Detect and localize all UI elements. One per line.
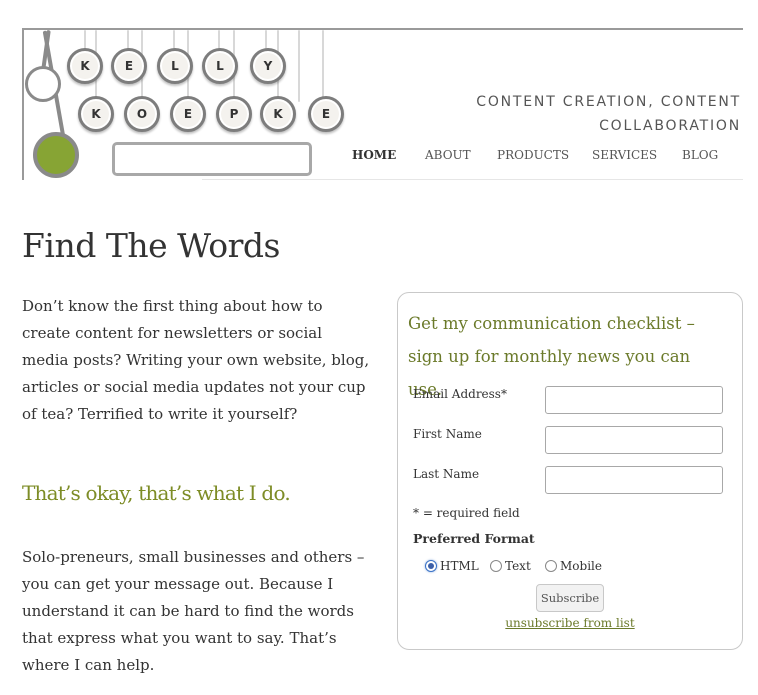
first-name-label: First Name <box>413 427 482 441</box>
body-paragraph: Solo-preneurs, small businesses and othe… <box>22 548 365 674</box>
logo-green-dot-icon <box>33 132 79 178</box>
format-option-mobile[interactable]: Mobile <box>545 559 602 573</box>
first-name-field[interactable] <box>545 426 723 454</box>
typebar-decoration <box>322 30 324 102</box>
format-option-label: Text <box>505 559 531 573</box>
logo-key: O <box>124 96 160 132</box>
logo-key: K <box>78 96 114 132</box>
required-note: * = required field <box>413 506 520 520</box>
radio-icon[interactable] <box>490 560 502 572</box>
logo-key: Y <box>250 48 286 84</box>
intro-paragraph: Don’t know the first thing about how to … <box>22 297 370 423</box>
logo-key: L <box>157 48 193 84</box>
radio-selected-icon[interactable] <box>425 560 437 572</box>
preferred-format-label: Preferred Format <box>413 531 535 546</box>
format-option-label: HTML <box>440 559 479 573</box>
logo-key: E <box>170 96 206 132</box>
page-title: Find The Words <box>22 226 280 265</box>
logo-ring-icon <box>25 66 61 102</box>
logo-key: L <box>202 48 238 84</box>
nav-blog[interactable]: BLOG <box>682 148 718 162</box>
site-header: K E L L Y K O E P K E CONTENT CREATION, … <box>22 28 743 180</box>
nav-about[interactable]: ABOUT <box>425 148 471 162</box>
logo-key: E <box>111 48 147 84</box>
nav-services[interactable]: SERVICES <box>592 148 657 162</box>
header-bottom-divider <box>202 179 743 180</box>
email-label: Email Address* <box>413 387 507 401</box>
subheading: That’s okay, that’s what I do. <box>22 481 291 505</box>
nav-products[interactable]: PRODUCTS <box>497 148 569 162</box>
header-top-border <box>22 28 743 30</box>
logo-key: E <box>308 96 344 132</box>
email-field[interactable] <box>545 386 723 414</box>
header-left-border <box>22 28 24 180</box>
unsubscribe-link[interactable]: unsubscribe from list <box>398 616 742 630</box>
format-option-text[interactable]: Text <box>490 559 531 573</box>
format-option-label: Mobile <box>560 559 602 573</box>
tagline-line-1: CONTENT CREATION, CONTENT <box>476 94 741 110</box>
logo-key: K <box>67 48 103 84</box>
subscribe-button[interactable]: Subscribe <box>536 584 604 612</box>
newsletter-signup-box: Get my communication checklist – sign up… <box>397 292 743 650</box>
last-name-field[interactable] <box>545 466 723 494</box>
typebar-decoration <box>298 30 300 102</box>
last-name-label: Last Name <box>413 467 480 481</box>
logo-key: K <box>260 96 296 132</box>
format-option-html[interactable]: HTML <box>425 559 479 573</box>
logo-key: P <box>216 96 252 132</box>
header-search-input[interactable] <box>112 142 312 176</box>
tagline-line-2: COLLABORATION <box>599 118 741 134</box>
site-tagline: CONTENT CREATION, CONTENT COLLABORATION <box>441 90 741 138</box>
radio-icon[interactable] <box>545 560 557 572</box>
nav-home[interactable]: HOME <box>352 148 396 162</box>
